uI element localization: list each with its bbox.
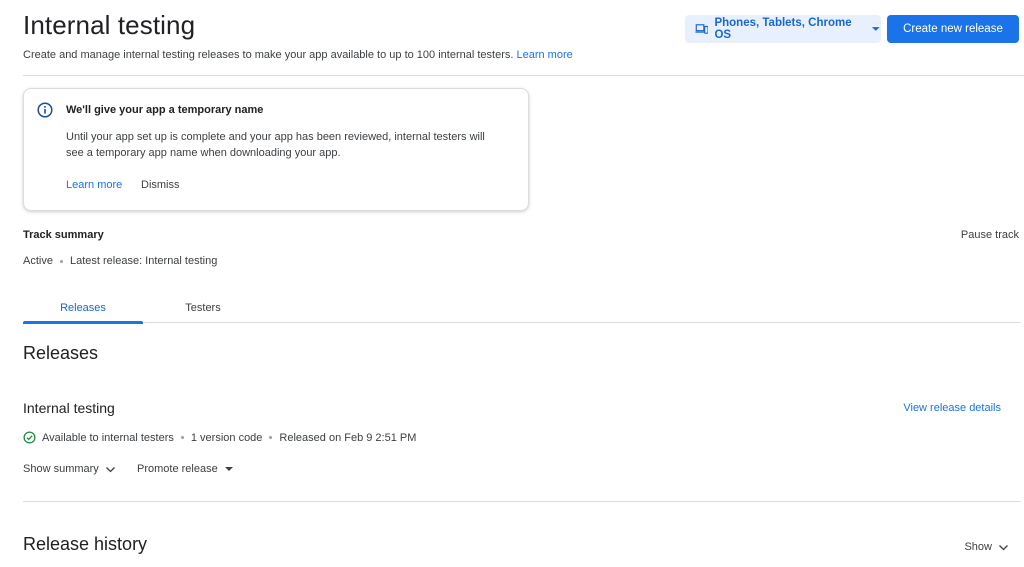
release-history-show-button[interactable]: Show	[964, 541, 1009, 553]
header-divider	[23, 75, 1024, 76]
info-icon	[37, 102, 53, 118]
released-on: Released on Feb 9 2:51 PM	[279, 431, 417, 444]
releases-section-title: Releases	[23, 343, 99, 363]
promote-release-label: Promote release	[137, 463, 218, 475]
card-title: We'll give your app a temporary name	[66, 104, 264, 116]
tab-testers[interactable]: Testers	[143, 293, 263, 322]
page-description: Create and manage internal testing relea…	[23, 49, 573, 61]
track-summary-label: Track summary	[23, 229, 104, 241]
tab-releases[interactable]: Releases	[23, 293, 143, 324]
caret-down-icon	[872, 27, 881, 31]
page-title: Internal testing	[23, 10, 196, 40]
release-meta-row: Available to internal testers 1 version …	[23, 431, 416, 444]
device-selector-button[interactable]: Phones, Tablets, Chrome OS	[685, 15, 881, 43]
promote-release-button[interactable]: Promote release	[137, 463, 234, 475]
separator-dot	[59, 259, 63, 263]
separator-dot	[269, 436, 273, 439]
pause-track-button[interactable]: Pause track	[961, 229, 1019, 241]
section-divider	[23, 501, 1021, 502]
separator-dot	[180, 436, 184, 439]
view-release-details-link[interactable]: View release details	[903, 402, 1001, 414]
card-learn-more-link[interactable]: Learn more	[66, 179, 122, 191]
card-body: Until your app set up is complete and yo…	[66, 131, 485, 159]
page-description-text: Create and manage internal testing relea…	[23, 49, 514, 61]
availability-status: Available to internal testers	[42, 431, 174, 444]
track-status: Active	[23, 255, 53, 267]
create-new-release-button[interactable]: Create new release	[887, 15, 1019, 43]
latest-release: Latest release: Internal testing	[69, 255, 218, 267]
card-dismiss-button[interactable]: Dismiss	[141, 179, 180, 191]
show-summary-label: Show summary	[23, 463, 99, 475]
chevron-down-icon	[105, 466, 115, 472]
version-codes: 1 version code	[190, 431, 263, 444]
learn-more-link[interactable]: Learn more	[516, 49, 572, 61]
devices-icon	[695, 24, 709, 34]
check-circle-icon	[23, 431, 36, 444]
show-summary-button[interactable]: Show summary	[23, 463, 116, 475]
chevron-down-icon	[999, 544, 1008, 550]
show-label: Show	[964, 541, 992, 553]
release-name: Internal testing	[23, 400, 115, 416]
release-history-title: Release history	[23, 534, 148, 554]
tab-bar: Releases Testers	[23, 293, 1021, 324]
caret-down-icon	[224, 467, 233, 471]
device-selector-label: Phones, Tablets, Chrome OS	[714, 17, 852, 41]
track-status-row: Active Latest release: Internal testing	[23, 255, 217, 267]
temporary-name-card: We'll give your app a temporary name Unt…	[23, 88, 529, 211]
